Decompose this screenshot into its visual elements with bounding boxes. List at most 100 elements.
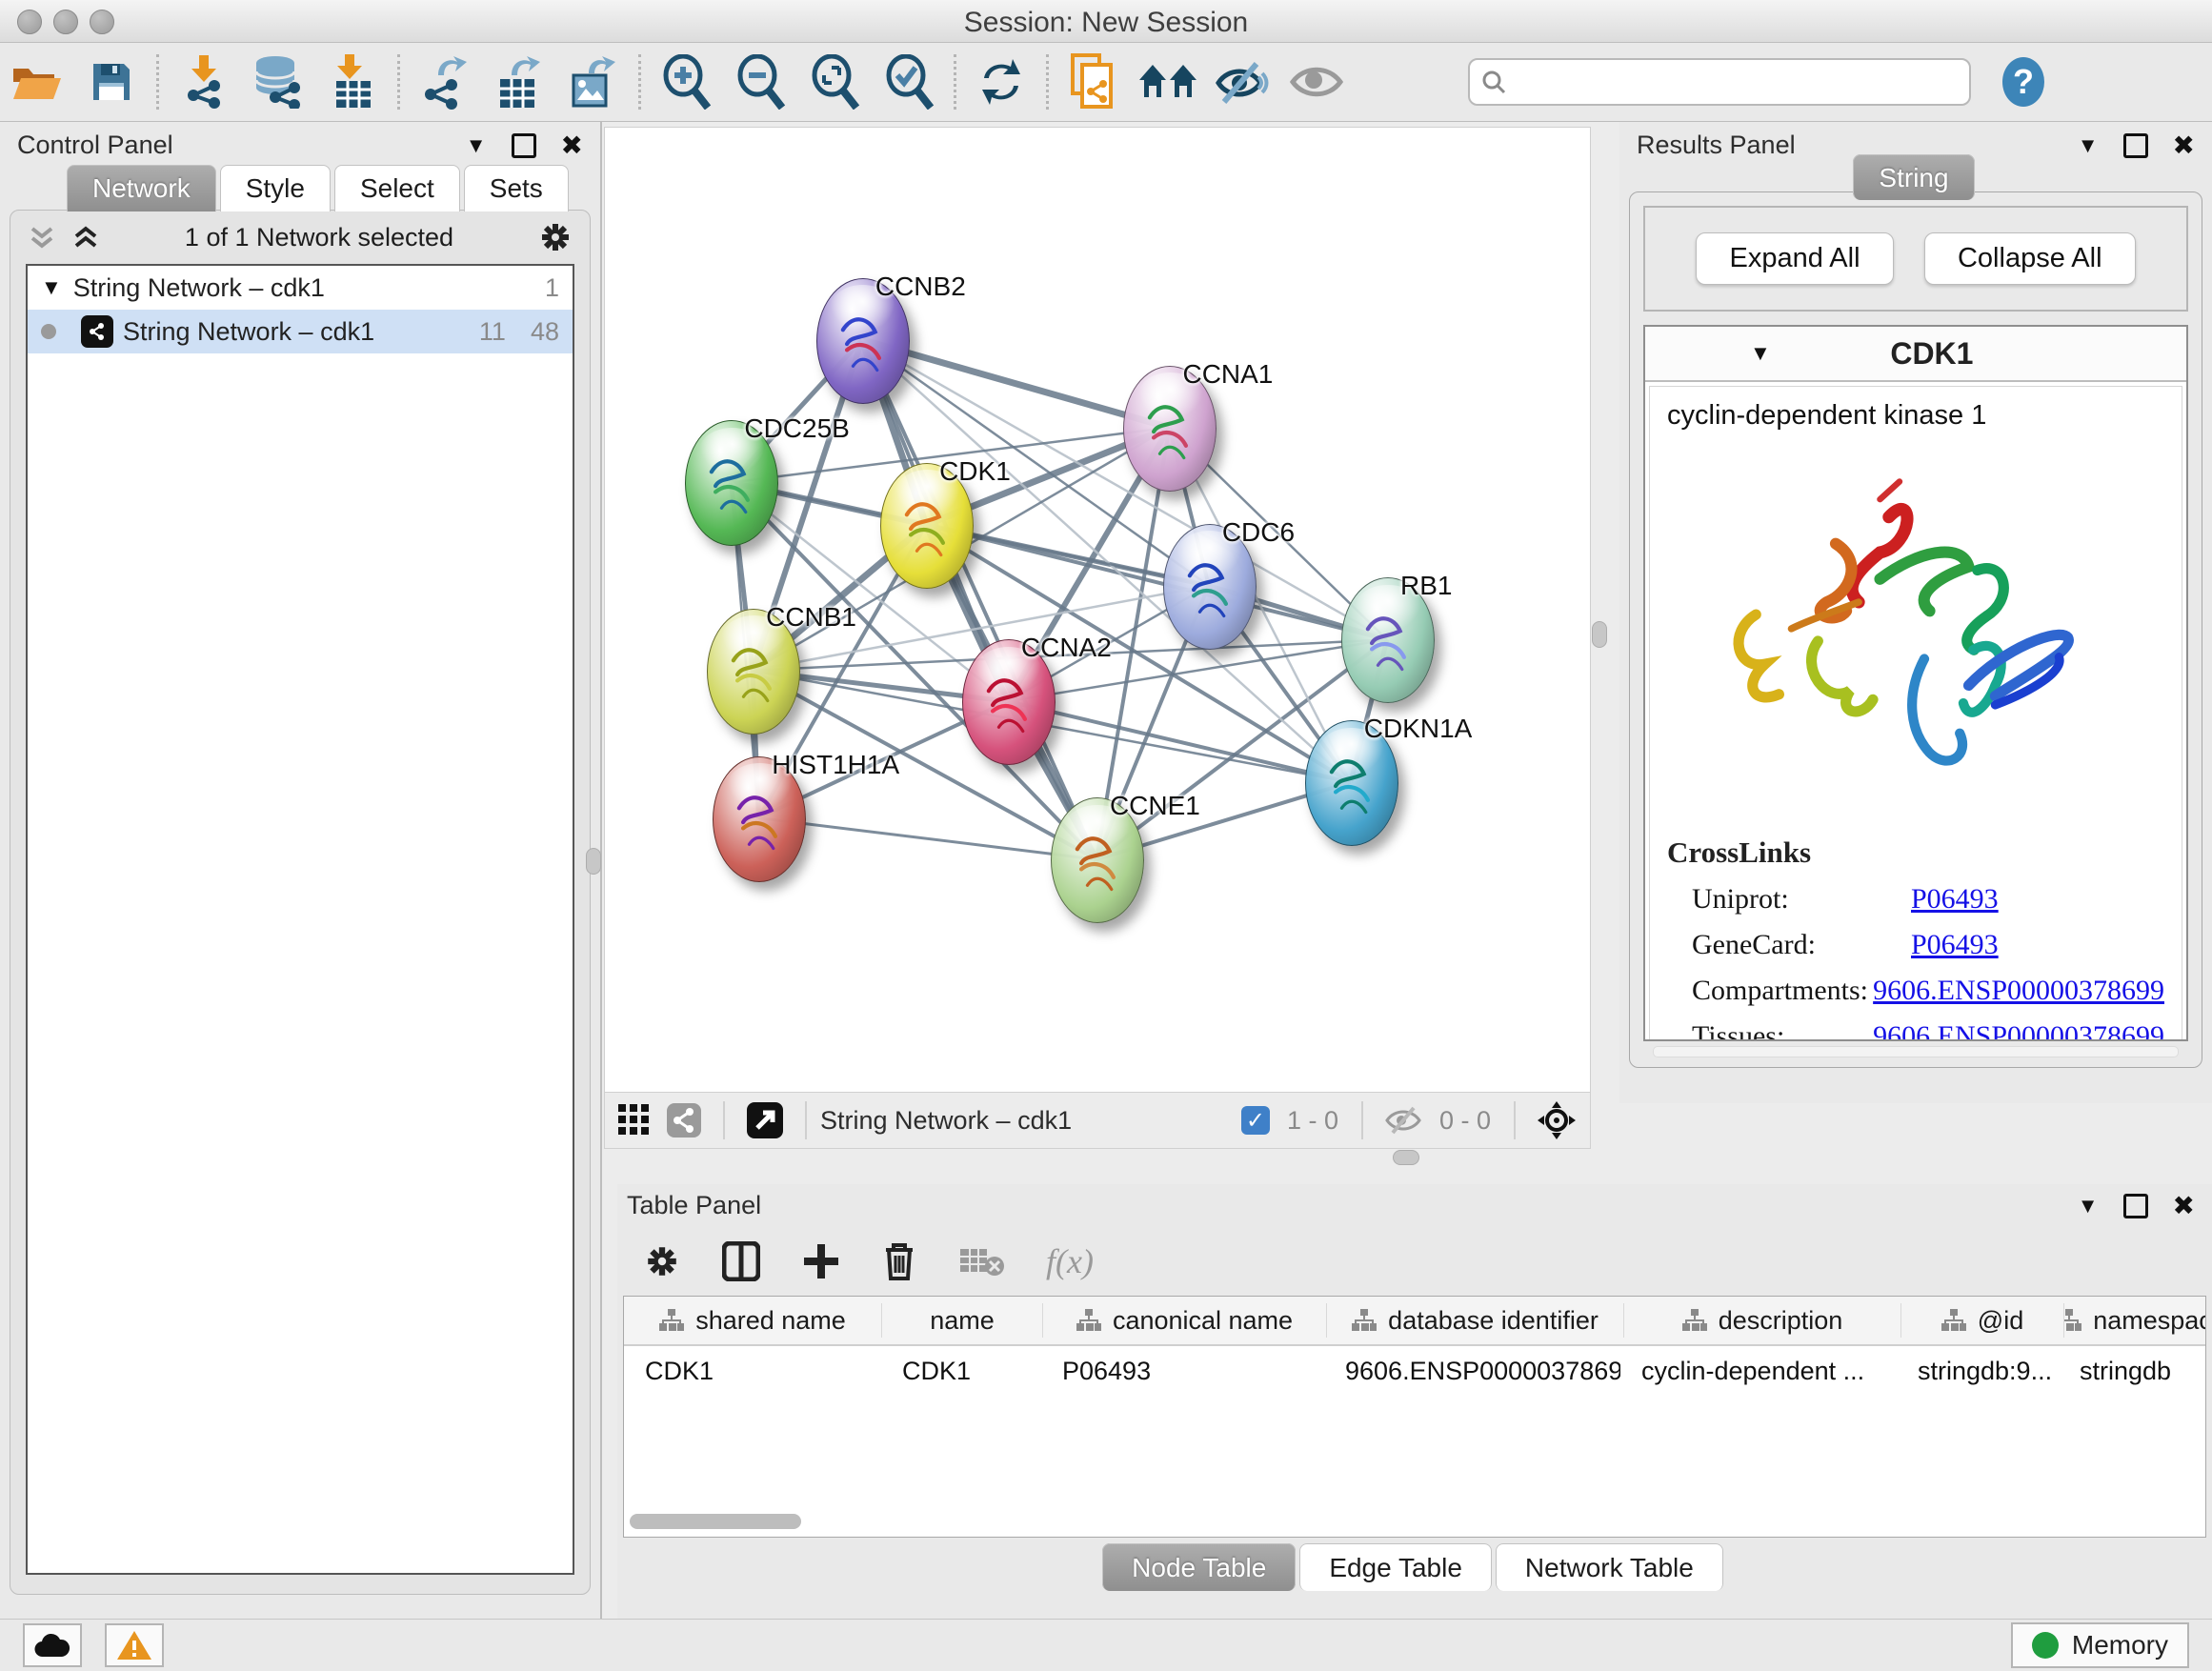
node-label-cdkn1a: CDKN1A bbox=[1364, 714, 1473, 744]
panel-close-icon[interactable]: ✖ bbox=[2173, 130, 2195, 161]
panel-menu-icon[interactable]: ▼ bbox=[466, 133, 487, 158]
collapse-all-tree-icon[interactable] bbox=[71, 223, 100, 252]
tab-string[interactable]: String bbox=[1853, 154, 1974, 200]
network-collection-row[interactable]: ▼ String Network – cdk1 1 bbox=[28, 266, 573, 310]
node-label-cdc6: CDC6 bbox=[1222, 517, 1295, 548]
table-cell[interactable]: 9606.ENSP00000378699 bbox=[1324, 1357, 1620, 1386]
hide-selected-button[interactable] bbox=[1205, 51, 1279, 112]
memory-button[interactable]: Memory bbox=[2011, 1622, 2189, 1668]
network-row[interactable]: String Network – cdk1 11 48 bbox=[28, 310, 573, 353]
export-table-icon bbox=[494, 54, 544, 110]
table-cell[interactable]: cyclin-dependent ... bbox=[1620, 1357, 1897, 1386]
panel-close-icon[interactable]: ✖ bbox=[2173, 1190, 2195, 1221]
database-icon bbox=[251, 55, 306, 109]
cloud-button[interactable] bbox=[23, 1623, 82, 1667]
expand-all-button[interactable]: Expand All bbox=[1696, 232, 1893, 285]
export-image-icon bbox=[568, 54, 619, 110]
tab-edge-table[interactable]: Edge Table bbox=[1299, 1543, 1492, 1591]
crosslink-link[interactable]: P06493 bbox=[1911, 929, 1999, 961]
column-header-name[interactable]: name bbox=[882, 1303, 1043, 1338]
warning-icon bbox=[115, 1629, 153, 1661]
toolbar-separator bbox=[638, 54, 641, 110]
tab-select[interactable]: Select bbox=[334, 165, 460, 211]
grid-view-icon[interactable] bbox=[618, 1104, 651, 1137]
open-session-button[interactable] bbox=[0, 51, 74, 112]
expand-all-tree-icon[interactable] bbox=[28, 223, 56, 252]
birdseye-icon[interactable] bbox=[1537, 1100, 1577, 1140]
copy-network-button[interactable] bbox=[1056, 51, 1131, 112]
left-splitter-handle[interactable] bbox=[586, 848, 601, 875]
column-header--id[interactable]: @id bbox=[1901, 1303, 2064, 1338]
table-cell[interactable]: CDK1 bbox=[624, 1357, 881, 1386]
tab-sets[interactable]: Sets bbox=[464, 165, 569, 211]
refresh-button[interactable] bbox=[964, 51, 1038, 112]
zoom-fit-button[interactable] bbox=[797, 51, 872, 112]
help-button[interactable]: ? bbox=[1986, 51, 2061, 112]
panel-float-icon[interactable] bbox=[512, 133, 536, 158]
save-session-button[interactable] bbox=[74, 51, 149, 112]
table-cell[interactable]: stringdb:9... bbox=[1897, 1357, 2059, 1386]
crosslink-link[interactable]: P06493 bbox=[1911, 883, 1999, 916]
column-header-shared-name[interactable]: shared name bbox=[624, 1303, 882, 1338]
detach-view-icon[interactable] bbox=[746, 1101, 784, 1139]
zoom-selected-button[interactable] bbox=[872, 51, 946, 112]
panel-float-icon[interactable] bbox=[2123, 133, 2148, 158]
toolbar-separator bbox=[397, 54, 400, 110]
collapse-caret-icon[interactable]: ▼ bbox=[41, 275, 62, 300]
show-columns-icon[interactable] bbox=[722, 1241, 760, 1281]
table-settings-gear-icon[interactable] bbox=[644, 1243, 680, 1279]
column-header-description[interactable]: description bbox=[1624, 1303, 1901, 1338]
hidden-eye-icon[interactable] bbox=[1384, 1106, 1422, 1135]
table-cell[interactable]: P06493 bbox=[1041, 1357, 1324, 1386]
cdk1-entry-header[interactable]: ▼ CDK1 bbox=[1645, 327, 2186, 382]
gear-icon[interactable] bbox=[538, 220, 573, 254]
tab-style[interactable]: Style bbox=[220, 165, 331, 211]
crosslink-row: Tissues:9606.ENSP00000378699 bbox=[1692, 1020, 2164, 1041]
panel-menu-icon[interactable]: ▼ bbox=[2078, 1194, 2099, 1218]
table-cell[interactable]: CDK1 bbox=[881, 1357, 1041, 1386]
right-splitter-handle[interactable] bbox=[1592, 621, 1607, 648]
crosslinks-title: CrossLinks bbox=[1667, 836, 2164, 870]
tab-node-table[interactable]: Node Table bbox=[1102, 1543, 1296, 1591]
crosslink-label: Uniprot: bbox=[1692, 883, 1911, 916]
table-cell[interactable]: stringdb bbox=[2059, 1357, 2206, 1386]
node-label-ccnb1: CCNB1 bbox=[766, 602, 856, 633]
warning-button[interactable] bbox=[105, 1623, 164, 1667]
add-column-icon[interactable] bbox=[802, 1242, 840, 1280]
collapse-caret-icon[interactable]: ▼ bbox=[1750, 341, 1771, 366]
delete-column-icon[interactable] bbox=[882, 1240, 916, 1282]
collapse-all-button[interactable]: Collapse All bbox=[1924, 232, 2136, 285]
memory-status-dot bbox=[2032, 1632, 2059, 1659]
export-network-button[interactable] bbox=[408, 51, 482, 112]
crosslink-link[interactable]: 9606.ENSP00000378699 bbox=[1873, 1020, 2164, 1041]
import-network-button[interactable] bbox=[167, 51, 241, 112]
column-header-namespace[interactable]: namespace bbox=[2064, 1303, 2206, 1338]
results-scrollbar[interactable] bbox=[1653, 1046, 2179, 1057]
control-panel-splitter[interactable] bbox=[600, 122, 602, 1620]
crosslink-row: Uniprot:P06493 bbox=[1692, 883, 2164, 916]
network-status-dot bbox=[41, 324, 56, 339]
bottom-splitter-handle[interactable] bbox=[1393, 1150, 1419, 1165]
home-button[interactable] bbox=[1131, 51, 1205, 112]
network-canvas[interactable]: CCNB2 CCNA1 CDC25B CDK1 bbox=[604, 127, 1591, 1093]
network-view-icon[interactable] bbox=[666, 1102, 702, 1138]
column-header-database-identifier[interactable]: database identifier bbox=[1327, 1303, 1624, 1338]
column-header-canonical-name[interactable]: canonical name bbox=[1043, 1303, 1327, 1338]
import-network-from-database-button[interactable] bbox=[241, 51, 315, 112]
panel-menu-icon[interactable]: ▼ bbox=[2078, 133, 2099, 158]
tab-network-table[interactable]: Network Table bbox=[1496, 1543, 1723, 1591]
import-table-button[interactable] bbox=[315, 51, 390, 112]
table-row[interactable]: CDK1CDK1P064939606.ENSP00000378699cyclin… bbox=[624, 1346, 2205, 1396]
node-count: 11 bbox=[479, 317, 506, 347]
search-input[interactable] bbox=[1506, 67, 1920, 98]
export-table-button[interactable] bbox=[482, 51, 556, 112]
selected-checkbox[interactable]: ✓ bbox=[1241, 1106, 1270, 1135]
panel-close-icon[interactable]: ✖ bbox=[561, 130, 583, 161]
panel-float-icon[interactable] bbox=[2123, 1194, 2148, 1218]
export-image-button[interactable] bbox=[556, 51, 631, 112]
zoom-out-button[interactable] bbox=[723, 51, 797, 112]
table-hscrollbar-thumb[interactable] bbox=[630, 1514, 801, 1529]
crosslink-link[interactable]: 9606.ENSP00000378699 bbox=[1873, 975, 2164, 1007]
tab-network[interactable]: Network bbox=[67, 165, 216, 211]
zoom-in-button[interactable] bbox=[649, 51, 723, 112]
